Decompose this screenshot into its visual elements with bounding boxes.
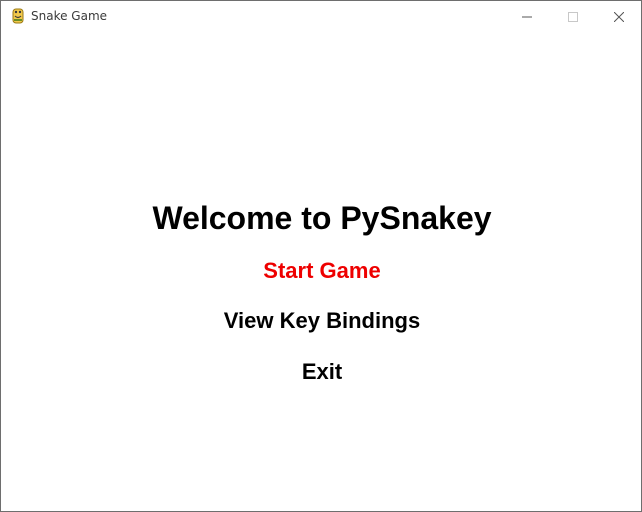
maximize-icon [568, 7, 578, 26]
title-bar[interactable]: Snake Game [1, 1, 641, 32]
minimize-button[interactable] [504, 1, 550, 32]
close-icon [613, 7, 625, 26]
maximize-button[interactable] [550, 1, 596, 32]
game-window: Snake Game Welcome to PySnakey Start Gam… [0, 0, 642, 512]
game-canvas[interactable]: Welcome to PySnakey Start Game View Key … [1, 32, 641, 511]
close-button[interactable] [596, 1, 641, 32]
welcome-title: Welcome to PySnakey [152, 200, 492, 236]
exit-option[interactable]: Exit [1, 359, 641, 385]
python-icon [10, 8, 26, 24]
minimize-icon [522, 7, 532, 26]
start-game-option[interactable]: Start Game [1, 258, 641, 284]
window-title: Snake Game [31, 9, 108, 23]
view-key-bindings-option[interactable]: View Key Bindings [1, 308, 641, 334]
